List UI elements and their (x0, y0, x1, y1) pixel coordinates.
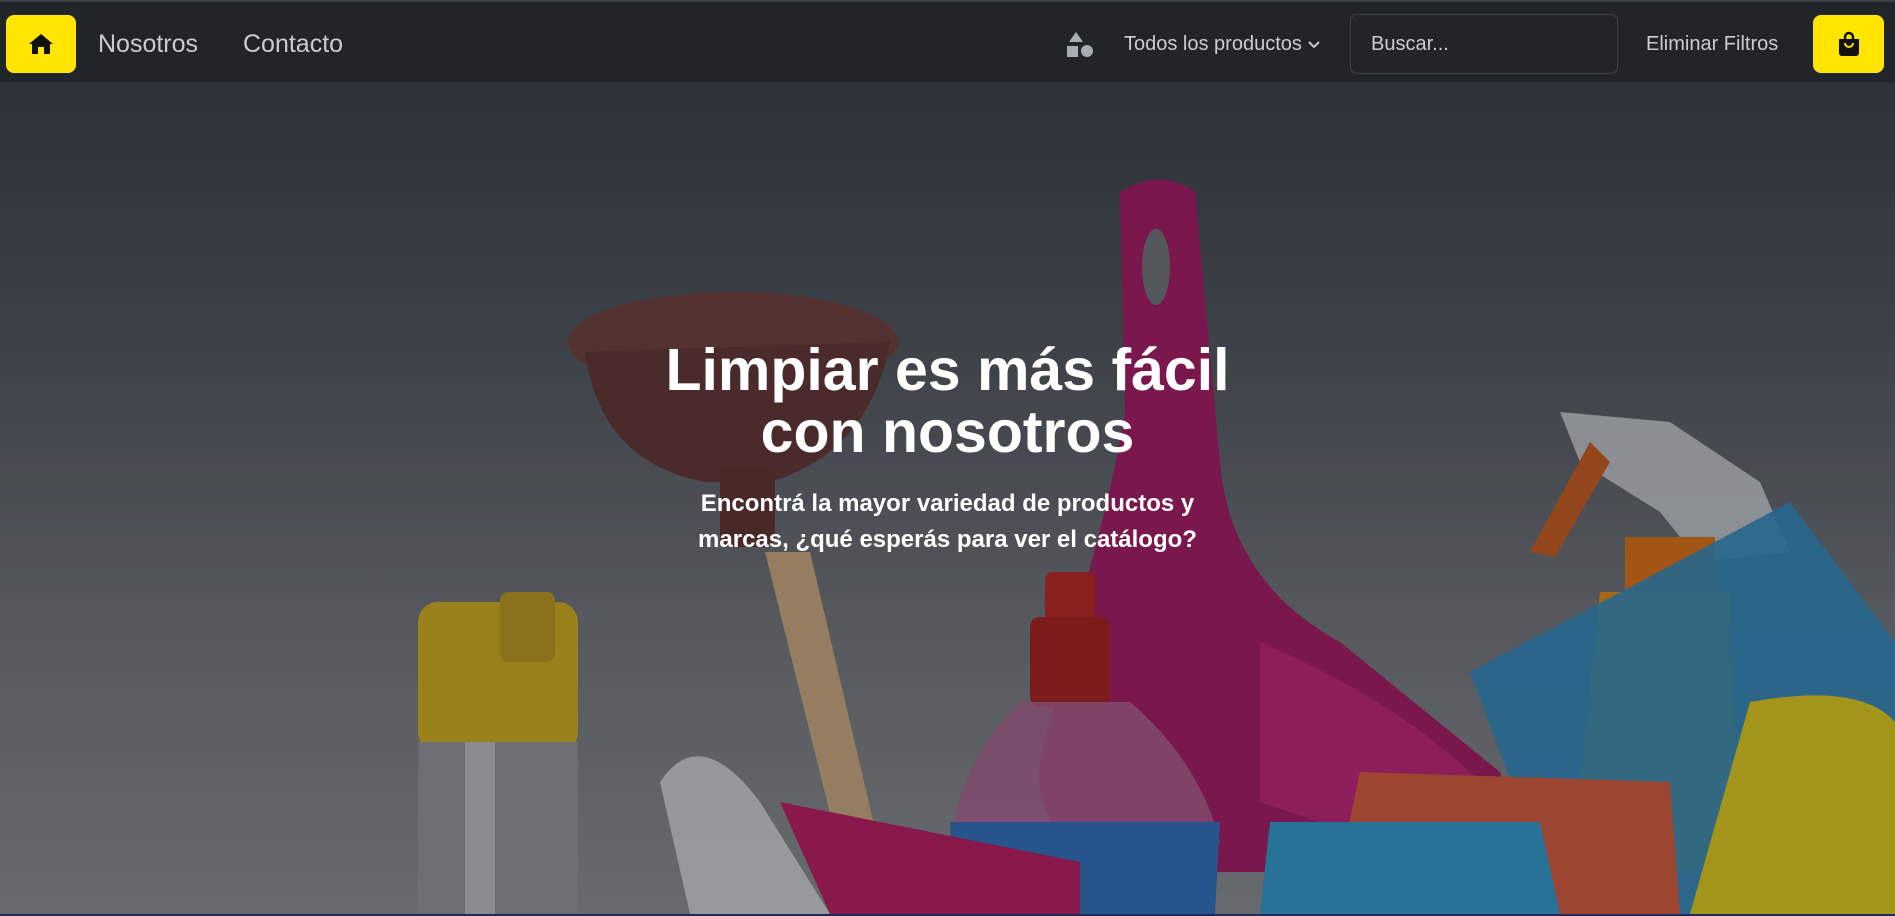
hero-title-line1: Limpiar es más fácil (665, 337, 1230, 403)
chevron-down-icon (1308, 40, 1320, 48)
hero-title-line2: con nosotros (760, 399, 1135, 465)
nav-link-nosotros[interactable]: Nosotros (98, 30, 198, 59)
nav-link-contacto[interactable]: Contacto (243, 30, 343, 59)
shapes-icon (1067, 32, 1093, 57)
shopping-bag-icon (1838, 31, 1859, 56)
products-dropdown-label: Todos los productos (1124, 33, 1302, 55)
cart-button[interactable] (1813, 15, 1884, 73)
hero-title: Limpiar es más fácil con nosotros (0, 339, 1895, 463)
products-dropdown[interactable]: Todos los productos (1124, 33, 1320, 56)
clear-filters-link[interactable]: Eliminar Filtros (1646, 33, 1778, 56)
search-input[interactable] (1350, 14, 1618, 74)
hero-subtitle-line1: Encontrá la mayor variedad de productos … (700, 490, 1195, 517)
home-icon (29, 34, 53, 54)
hero-subtitle: Encontrá la mayor variedad de productos … (0, 486, 1895, 558)
hero-banner: Limpiar es más fácil con nosotros Encont… (0, 82, 1895, 914)
hero-subtitle-line2: marcas, ¿qué esperás para ver el catálog… (698, 526, 1197, 553)
home-button[interactable] (6, 15, 76, 73)
top-navbar: Nosotros Contacto Todos los productos El… (0, 0, 1895, 82)
